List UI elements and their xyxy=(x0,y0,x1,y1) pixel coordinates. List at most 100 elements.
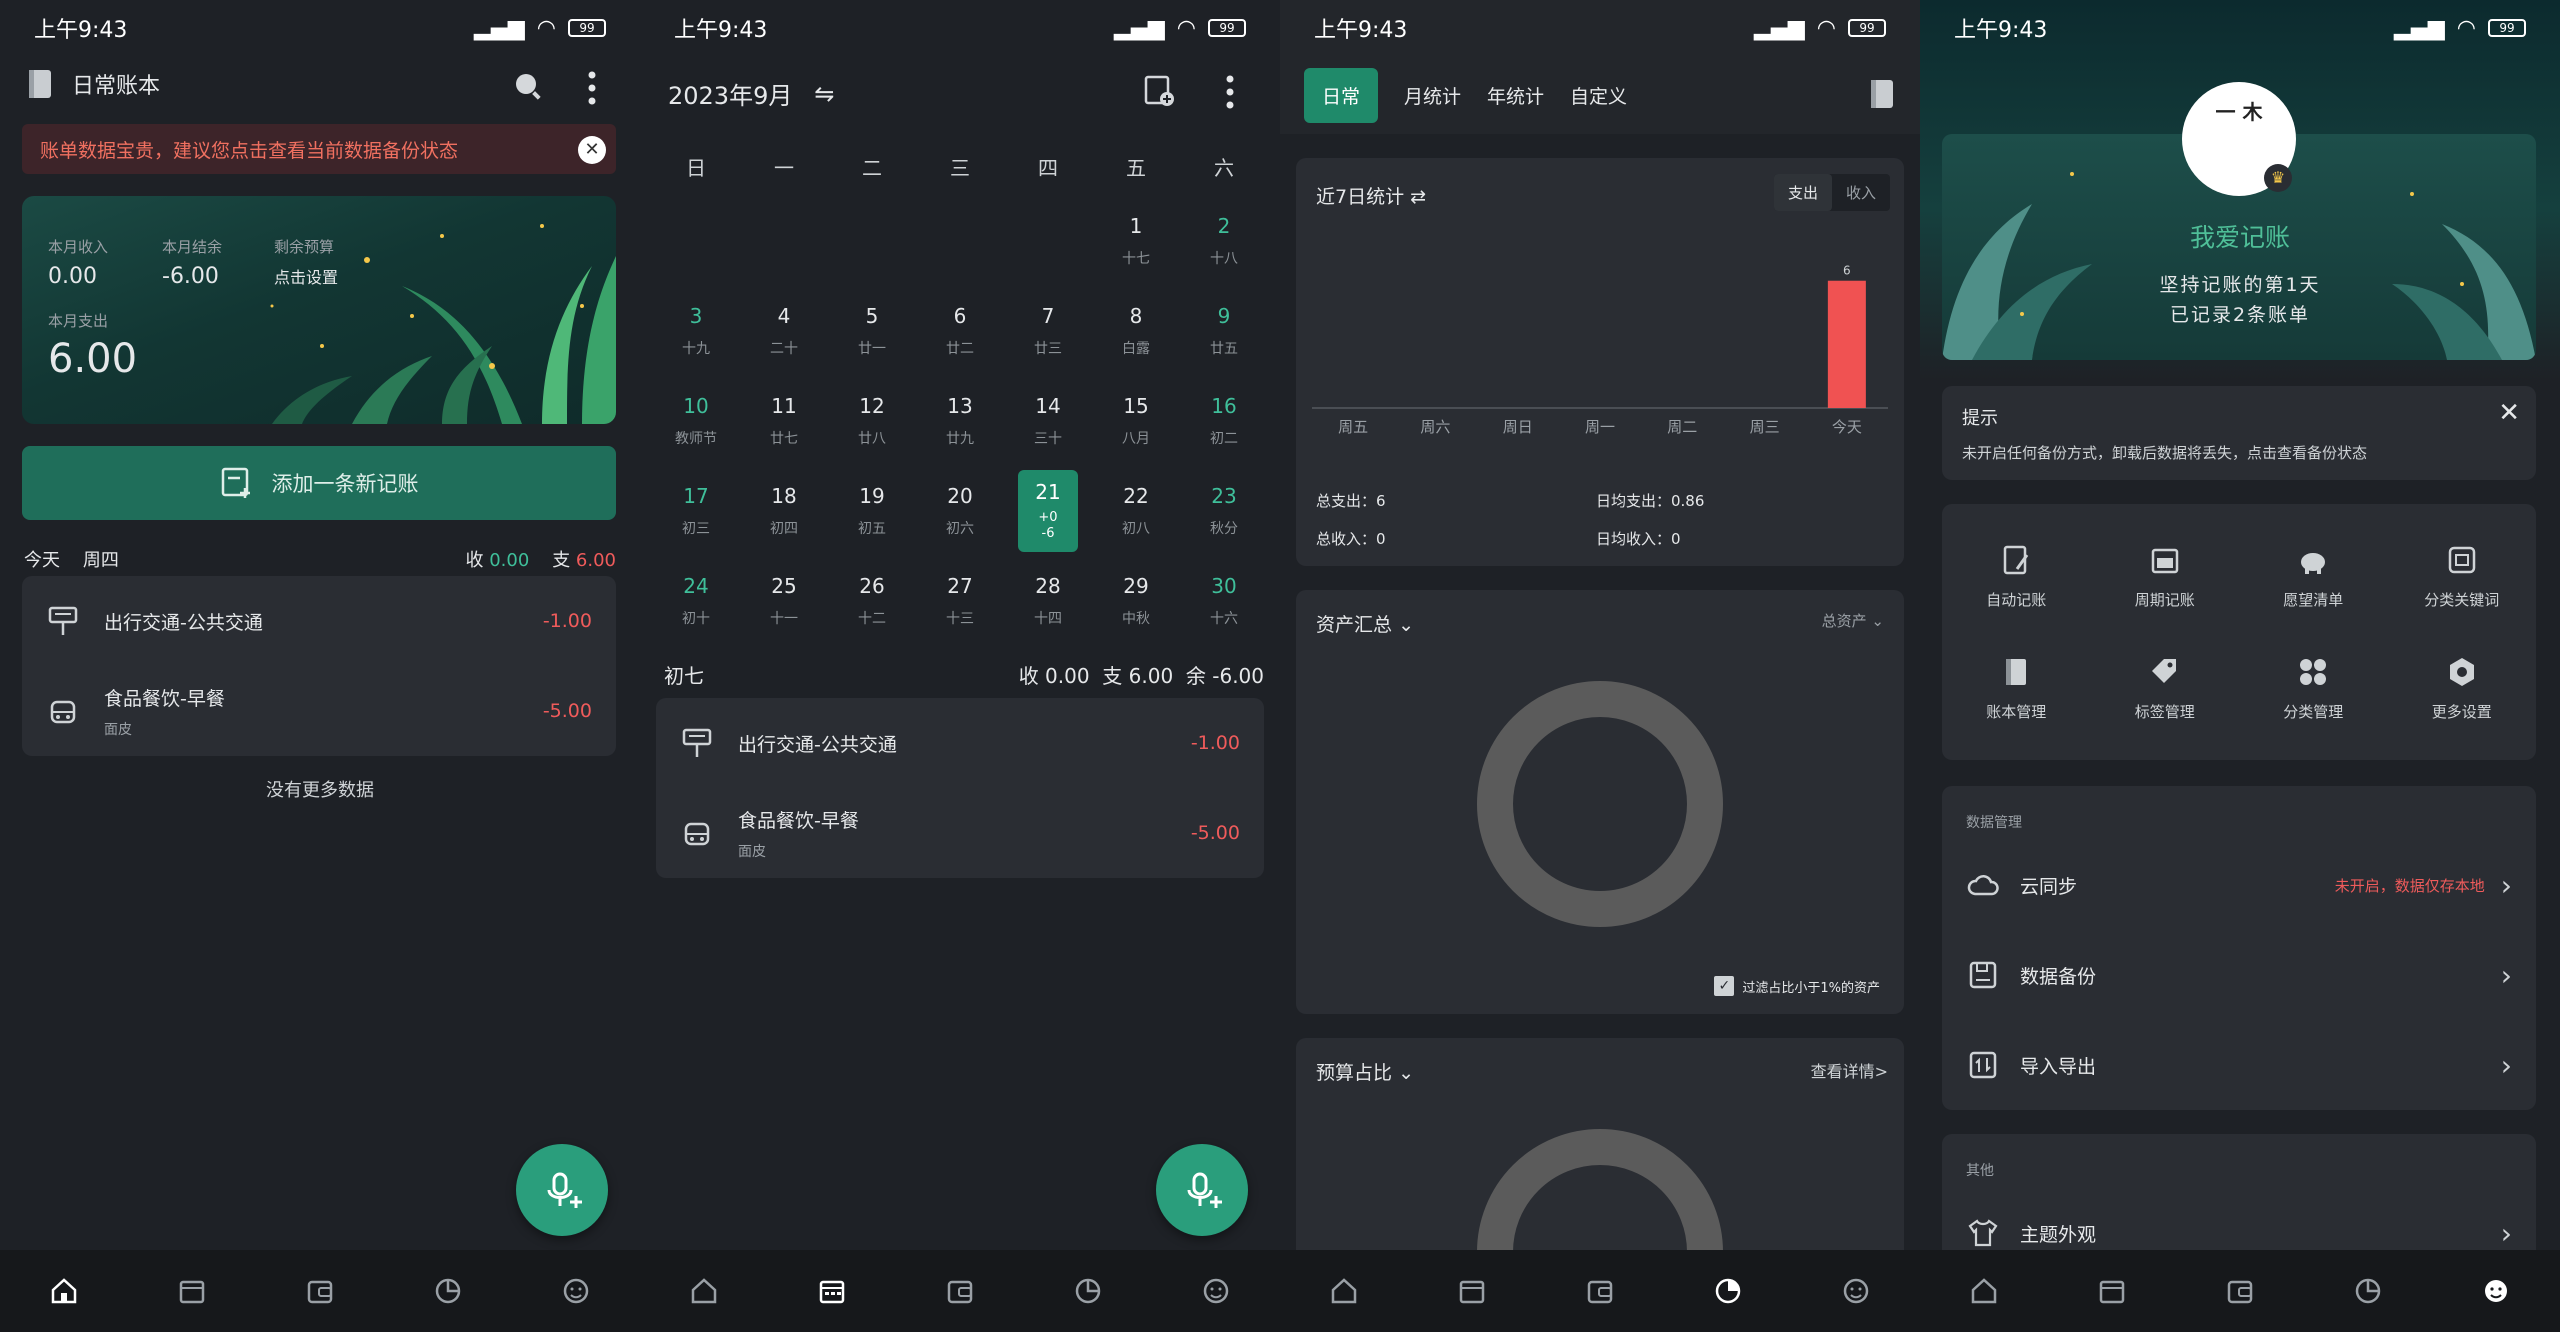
nav-profile-icon[interactable] xyxy=(1838,1273,1874,1309)
day-label: 今天 xyxy=(24,550,60,571)
calendar-day[interactable]: 22 初八 xyxy=(1092,466,1180,556)
calendar-day[interactable]: 23 秋分 xyxy=(1180,466,1268,556)
nav-stats-icon[interactable] xyxy=(1710,1273,1746,1309)
more-menu-icon[interactable] xyxy=(1222,74,1238,110)
calendar-day[interactable]: 11 廿七 xyxy=(740,376,828,466)
assets-filter[interactable]: 总资产 ⌄ xyxy=(1822,610,1884,631)
calendar-day[interactable]: 8 白露 xyxy=(1092,286,1180,376)
book-selector[interactable]: 日常账本 xyxy=(26,68,160,100)
add-record-button[interactable]: 添加一条新记账 xyxy=(22,446,616,520)
tab-monthly[interactable]: 月统计 xyxy=(1404,82,1461,109)
calendar-day[interactable]: 5 廿一 xyxy=(828,286,916,376)
toggle-income[interactable]: 收入 xyxy=(1832,174,1890,211)
nav-wallet-icon[interactable] xyxy=(302,1273,338,1309)
feature-item[interactable]: 账本管理 xyxy=(1942,632,2091,744)
calendar-day[interactable]: 25 十一 xyxy=(740,556,828,646)
calendar-day[interactable]: 21 +0 -6 xyxy=(1018,470,1078,552)
calendar-day[interactable]: 29 中秋 xyxy=(1092,556,1180,646)
nav-home-icon[interactable] xyxy=(1326,1273,1362,1309)
feature-item[interactable]: 分类管理 xyxy=(2239,632,2388,744)
import-export-row[interactable]: 导入导出 › xyxy=(1942,1020,2536,1110)
budget-details-link[interactable]: 查看详情> xyxy=(1811,1058,1888,1082)
calendar-day[interactable]: 19 初五 xyxy=(828,466,916,556)
weekly-bar-chart: 周五 周六 周日 周一 周二 周三 6 今天 xyxy=(1312,264,1888,436)
calendar-day[interactable]: 12 廿八 xyxy=(828,376,916,466)
feature-item[interactable]: 愿望清单 xyxy=(2239,520,2388,632)
calendar-day[interactable]: 20 初六 xyxy=(916,466,1004,556)
calendar-day[interactable]: 27 十三 xyxy=(916,556,1004,646)
list-item[interactable]: 食品餐饮-早餐 面皮 -5.00 xyxy=(656,788,1264,878)
calendar-day[interactable]: 17 初三 xyxy=(652,466,740,556)
toggle-expense[interactable]: 支出 xyxy=(1773,174,1832,211)
backup-row[interactable]: 数据备份 › xyxy=(1942,930,2536,1020)
budget-title-row[interactable]: 预算占比 ⌄ xyxy=(1316,1058,1414,1085)
calendar-day[interactable]: 26 十二 xyxy=(828,556,916,646)
calendar-day[interactable]: 6 廿二 xyxy=(916,286,1004,376)
calendar-day[interactable]: 3 十九 xyxy=(652,286,740,376)
cloud-sync-row[interactable]: 云同步 未开启，数据仅存本地 › xyxy=(1942,840,2536,930)
more-menu-icon[interactable] xyxy=(584,70,600,106)
feature-item[interactable]: 自动记账 xyxy=(1942,520,2091,632)
nav-wallet-icon[interactable] xyxy=(1582,1273,1618,1309)
nav-profile-icon[interactable] xyxy=(2478,1273,2514,1309)
calendar-day[interactable]: 24 初十 xyxy=(652,556,740,646)
search-icon[interactable] xyxy=(512,70,544,102)
feature-item[interactable]: 更多设置 xyxy=(2388,632,2537,744)
nav-profile-icon[interactable] xyxy=(1198,1273,1234,1309)
tab-daily[interactable]: 日常 xyxy=(1304,67,1379,123)
nav-stats-icon[interactable] xyxy=(2350,1273,2386,1309)
close-icon[interactable]: ✕ xyxy=(2498,398,2520,428)
nav-calendar-icon[interactable] xyxy=(174,1273,210,1309)
backup-tip-card[interactable]: 提示 未开启任何备份方式，卸载后数据将丢失，点击查看备份状态 ✕ xyxy=(1942,386,2536,480)
nav-stats-icon[interactable] xyxy=(1070,1273,1106,1309)
day-number: 17 xyxy=(683,484,709,508)
nav-home-icon[interactable] xyxy=(686,1273,722,1309)
voice-record-button[interactable] xyxy=(1156,1144,1248,1236)
calendar-day[interactable]: 4 二十 xyxy=(740,286,828,376)
book-icon[interactable] xyxy=(1868,78,1896,110)
month-picker[interactable]: 2023年9月 ⇋ xyxy=(668,76,834,111)
close-icon[interactable]: ✕ xyxy=(578,136,606,164)
nav-home-icon[interactable] xyxy=(46,1273,82,1309)
calendar-day[interactable]: 2 十八 xyxy=(1180,196,1268,286)
nav-wallet-icon[interactable] xyxy=(2222,1273,2258,1309)
feature-item[interactable]: 标签管理 xyxy=(2091,632,2240,744)
avatar[interactable]: 一 木 ♛ xyxy=(2182,82,2296,196)
checkbox-checked-icon[interactable]: ✓ xyxy=(1714,976,1735,996)
nav-home-icon[interactable] xyxy=(1966,1273,2002,1309)
backup-warning-banner[interactable]: 账单数据宝贵，建议您点击查看当前数据备份状态 ✕ xyxy=(22,124,616,174)
nav-wallet-icon[interactable] xyxy=(942,1273,978,1309)
nav-stats-icon[interactable] xyxy=(430,1273,466,1309)
list-item[interactable]: 出行交通-公共交通 -1.00 xyxy=(22,576,616,666)
tab-yearly[interactable]: 年统计 xyxy=(1487,82,1544,109)
nav-calendar-icon[interactable] xyxy=(1454,1273,1490,1309)
nav-calendar-icon[interactable] xyxy=(814,1273,850,1309)
record-name: 出行交通-公共交通 xyxy=(738,733,897,756)
tab-custom[interactable]: 自定义 xyxy=(1570,82,1627,109)
calendar-day[interactable]: 13 廿九 xyxy=(916,376,1004,466)
nav-calendar-icon[interactable] xyxy=(2094,1273,2130,1309)
filter-small-assets[interactable]: ✓ 过滤占比小于1%的资产 xyxy=(1714,976,1880,996)
calendar-day[interactable]: 9 廿五 xyxy=(1180,286,1268,376)
month-summary-card[interactable]: 本月收入 0.00 本月结余 -6.00 剩余预算 点击设置 本月支出 6.00 xyxy=(22,196,616,424)
calendar-day[interactable]: 30 十六 xyxy=(1180,556,1268,646)
calendar-day[interactable]: 7 廿三 xyxy=(1004,286,1092,376)
assets-title-row[interactable]: 资产汇总 ⌄ xyxy=(1316,610,1414,637)
feature-item[interactable]: 分类关键词 xyxy=(2388,520,2537,632)
calendar-day[interactable]: 14 三十 xyxy=(1004,376,1092,466)
swap-view-icon[interactable]: ⇋ xyxy=(814,80,834,108)
swap-icon[interactable]: ⇄ xyxy=(1410,186,1426,208)
budget-value[interactable]: 点击设置 xyxy=(274,264,338,288)
calendar-day[interactable]: 18 初四 xyxy=(740,466,828,556)
nav-profile-icon[interactable] xyxy=(558,1273,594,1309)
calendar-day[interactable]: 1 十七 xyxy=(1092,196,1180,286)
feature-item[interactable]: 周期记账 xyxy=(2091,520,2240,632)
list-item[interactable]: 食品餐饮-早餐 面皮 -5.00 xyxy=(22,666,616,756)
calendar-day[interactable]: 28 十四 xyxy=(1004,556,1092,646)
calendar-day[interactable]: 10 教师节 xyxy=(652,376,740,466)
calendar-day[interactable]: 15 八月 xyxy=(1092,376,1180,466)
voice-record-button[interactable] xyxy=(516,1144,608,1236)
list-item[interactable]: 出行交通-公共交通 -1.00 xyxy=(656,698,1264,788)
add-note-icon[interactable] xyxy=(1142,74,1176,108)
calendar-day[interactable]: 16 初二 xyxy=(1180,376,1268,466)
